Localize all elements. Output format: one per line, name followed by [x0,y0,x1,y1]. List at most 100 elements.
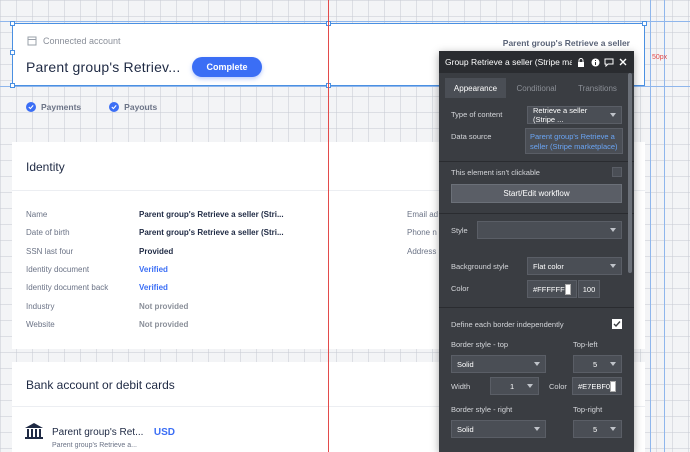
border-color-swatch[interactable] [610,380,616,392]
spacing-label: 50px [652,54,668,61]
field-label-email: Email ad [407,210,439,219]
panel-scrollbar[interactable] [628,73,632,273]
account-title-row: Parent group's Retriev... Complete [26,57,262,77]
field-row-ssn: SSN last four Provided [26,247,173,256]
background-style-label: Background style [451,262,509,271]
type-of-content-label: Type of content [451,110,503,119]
opacity-field[interactable]: 100 [578,280,600,298]
width-dropdown[interactable]: 1 [490,377,539,395]
border-top-value: Solid [457,359,474,369]
field-label: Website [26,320,55,329]
complete-badge[interactable]: Complete [192,57,262,77]
field-row-industry: Industry Not provided [26,302,188,311]
background-style-value: Flat color [533,261,564,271]
guide-line-right [650,0,651,452]
bank-building-icon [27,36,37,46]
top-left-label: Top-left [573,340,598,349]
field-label: Identity document back [26,283,109,292]
field-value: Not provided [139,320,189,329]
caret-down-icon [610,264,616,268]
tab-appearance[interactable]: Appearance [445,78,506,98]
color-label: Color [451,284,469,293]
field-value: Verified [139,283,168,292]
each-border-checkbox[interactable] [612,319,622,329]
border-top-label: Border style - top [451,340,509,349]
field-row-name: Name Parent group's Retrieve a seller (S… [26,210,284,219]
field-label: Industry [26,302,55,311]
caret-down-icon [527,384,533,388]
property-editor-header[interactable]: Group Retrieve a seller (Stripe ma [439,51,634,73]
border-right-value: Solid [457,424,474,434]
border-color-hex: #E7EBF0 [578,381,611,391]
lock-icon[interactable] [576,57,586,67]
caret-down-icon [610,113,616,117]
resize-handle[interactable] [642,21,647,26]
field-label-phone: Phone n [407,228,437,237]
field-row-id-doc: Identity document Verified [26,265,168,274]
bank-icon [25,423,43,439]
property-editor: Group Retrieve a seller (Stripe ma Appea… [439,51,634,452]
property-editor-title: Group Retrieve a seller (Stripe ma [445,57,572,67]
capability-payments: Payments [26,102,81,112]
data-source-value[interactable]: Parent group's Retrieve a seller (Stripe… [527,130,622,154]
bank-account-row: Parent group's Ret... USD Parent group's… [24,422,175,449]
type-of-content-dropdown[interactable]: Retrieve a seller (Stripe ... [527,106,622,124]
property-tabs: Appearance Conditional Transitions [445,78,628,98]
style-dropdown[interactable] [477,221,622,239]
field-value: Not provided [139,302,189,311]
border-color-label: Color [549,382,567,391]
close-icon[interactable] [618,57,628,67]
caret-down-icon [534,362,540,366]
not-clickable-label: This element isn't clickable [451,168,540,177]
each-border-label: Define each border independently [451,320,564,329]
type-of-content-value: Retrieve a seller (Stripe ... [533,106,588,124]
color-hex-value: #FFFFFF [533,284,565,294]
top-right-value: 5 [593,424,598,434]
border-right-dropdown[interactable]: Solid [451,420,546,438]
top-right-dropdown[interactable]: 5 [573,420,622,438]
not-clickable-checkbox[interactable] [612,167,622,177]
top-right-label: Top-right [573,405,603,414]
center-guide-line [328,0,329,452]
capabilities-row: Payments Payouts [26,102,157,112]
field-value: Parent group's Retrieve a seller (Stri..… [139,228,284,237]
resize-handle[interactable] [10,83,15,88]
top-left-value: 5 [593,359,598,369]
capability-label: Payments [41,102,82,112]
info-icon[interactable] [590,57,600,67]
data-source-label: Data source [451,132,492,141]
field-value: Parent group's Retrieve a seller (Stri..… [139,210,284,219]
field-row-dob: Date of birth Parent group's Retrieve a … [26,228,284,237]
field-label: SSN last four [26,247,74,256]
divider [439,213,634,214]
tab-transitions[interactable]: Transitions [567,78,628,98]
style-label: Style [451,226,468,235]
resize-handle[interactable] [10,50,15,55]
tab-conditional[interactable]: Conditional [506,78,567,98]
resize-handle[interactable] [10,21,15,26]
border-top-dropdown[interactable]: Solid [451,355,546,373]
color-swatch[interactable] [564,283,571,295]
start-edit-workflow-button[interactable]: Start/Edit workflow [451,184,622,203]
comment-icon[interactable] [604,57,614,67]
color-hex-field[interactable]: #FFFFFF [527,280,577,298]
identity-title: Identity [26,160,65,174]
top-left-dropdown[interactable]: 5 [573,355,622,373]
bank-name: Parent group's Ret... [52,427,144,438]
border-right-label: Border style - right [451,405,513,414]
check-icon [26,102,36,112]
field-value: Provided [139,247,174,256]
caret-down-icon [610,362,616,366]
background-style-dropdown[interactable]: Flat color [527,257,622,275]
connected-account-label: Connected account [43,36,121,46]
guide-line-right-outer [664,0,665,452]
bank-sub: Parent group's Retrieve a... [52,442,137,449]
field-label: Identity document [26,265,90,274]
capability-label: Payouts [124,102,158,112]
field-label: Date of birth [26,228,70,237]
divider [439,307,634,308]
account-title: Parent group's Retriev... [26,59,181,75]
border-color-field[interactable]: #E7EBF0 [572,377,622,395]
bank-title: Bank account or debit cards [26,378,175,392]
field-value: Verified [139,265,168,274]
